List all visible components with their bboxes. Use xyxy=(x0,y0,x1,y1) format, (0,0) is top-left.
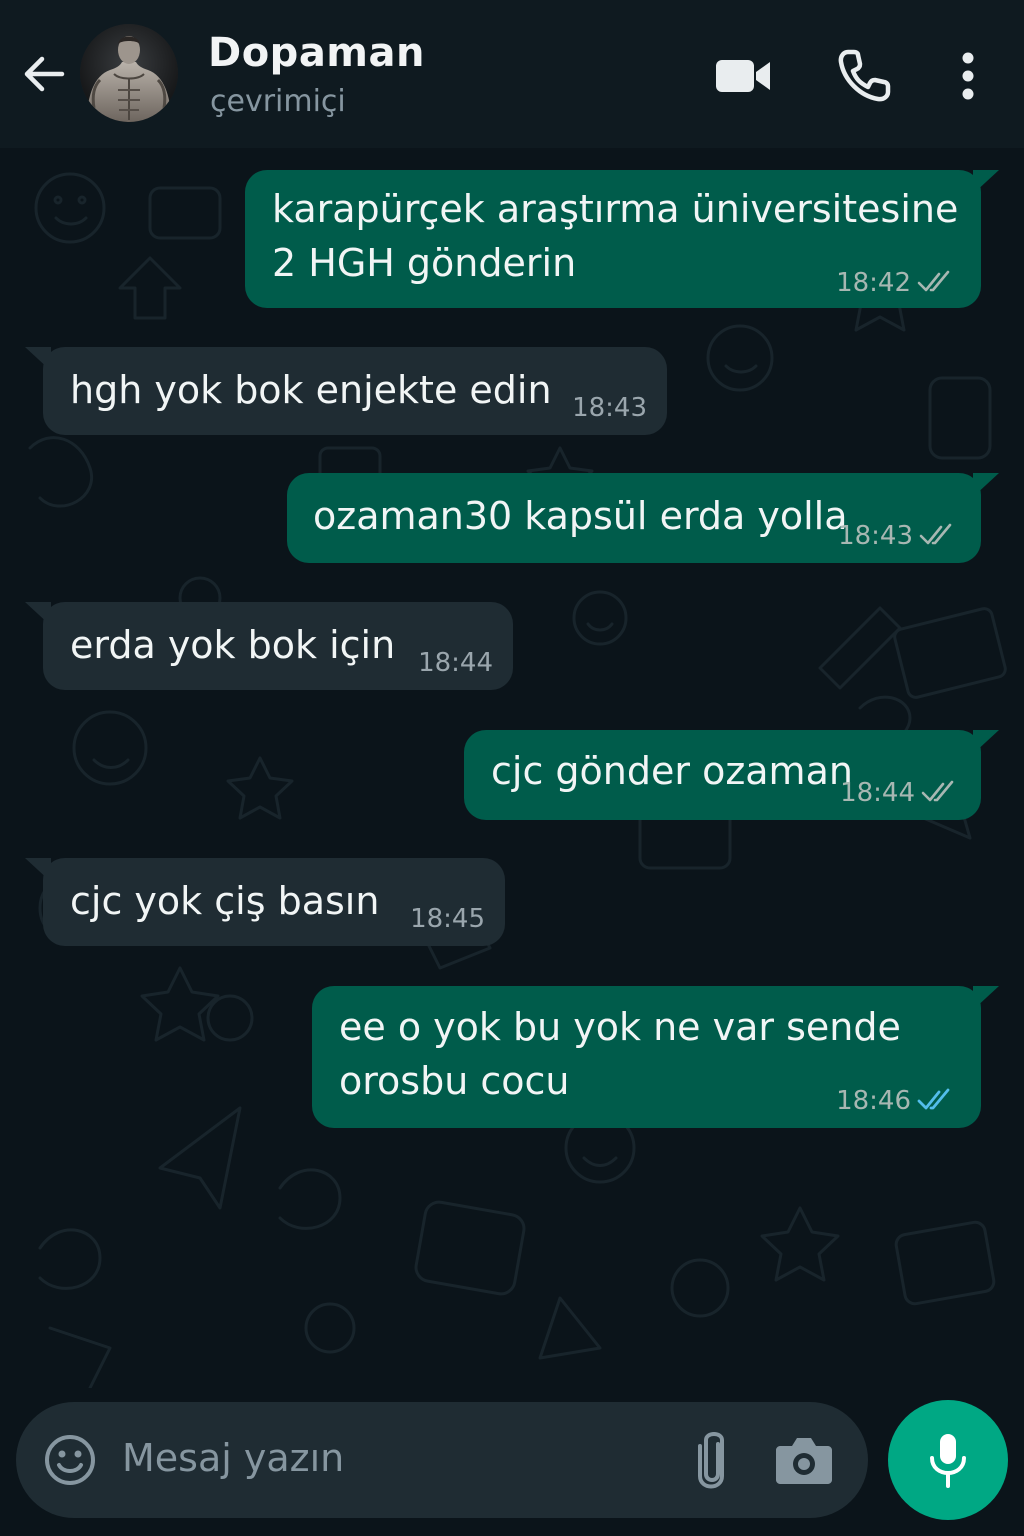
message-composer[interactable]: Mesaj yazın xyxy=(16,1402,868,1518)
message-time: 18:46 xyxy=(836,1086,911,1116)
message-meta: 18:46 xyxy=(836,1086,959,1116)
message-meta: 18:43 xyxy=(838,521,961,551)
read-ticks-icon xyxy=(917,270,950,292)
message-text-line: karapürçek araştırma üniversitesine xyxy=(272,187,959,231)
message-text-line: orosbu cocu xyxy=(339,1059,570,1103)
contact-name[interactable]: Dopaman xyxy=(208,30,425,76)
bubble-tail xyxy=(973,473,999,497)
message-time: 18:42 xyxy=(836,268,911,298)
bubble-tail xyxy=(973,986,999,1010)
bubble-tail xyxy=(973,170,999,194)
emoji-icon[interactable] xyxy=(42,1432,98,1488)
camera-icon[interactable] xyxy=(774,1432,834,1488)
video-call-icon[interactable] xyxy=(712,46,772,106)
message-bubble-incoming[interactable]: cjc yok çiş basın 18:45 xyxy=(25,858,505,946)
mic-icon xyxy=(930,1434,966,1488)
message-bubble-incoming[interactable]: hgh yok bok enjekte edin 18:43 xyxy=(25,347,667,435)
contact-avatar[interactable] xyxy=(80,24,178,122)
message-bubble-outgoing[interactable]: ee o yok bu yok ne var sende orosbu cocu… xyxy=(312,986,999,1128)
read-ticks-icon xyxy=(919,523,952,545)
message-meta: 18:44 xyxy=(840,778,963,808)
read-ticks-icon xyxy=(921,780,954,802)
arrow-left-icon[interactable] xyxy=(18,48,70,100)
message-text: erda yok bok için xyxy=(70,623,396,667)
read-ticks-blue-icon xyxy=(917,1088,950,1110)
message-text: cjc yok çiş basın xyxy=(70,879,380,923)
message-time: 18:43 xyxy=(572,393,647,423)
message-text-line: ee o yok bu yok ne var sende xyxy=(339,1005,901,1049)
message-text: hgh yok bok enjekte edin xyxy=(70,368,552,412)
bodybuilder-avatar-image xyxy=(80,24,178,122)
message-time: 18:43 xyxy=(838,521,913,551)
message-text: cjc gönder ozaman xyxy=(491,749,853,793)
contact-status: çevrimiçi xyxy=(210,84,346,119)
bubble-tail xyxy=(25,347,51,371)
phone-icon[interactable] xyxy=(834,46,894,106)
message-input[interactable]: Mesaj yazın xyxy=(122,1436,344,1480)
message-time: 18:44 xyxy=(840,778,915,808)
bubble-tail xyxy=(973,730,999,754)
message-text: ozaman30 kapsül erda yolla xyxy=(313,494,848,538)
bubble-tail xyxy=(25,602,51,626)
message-time: 18:45 xyxy=(410,904,485,934)
message-bubble-outgoing[interactable]: ozaman30 kapsül erda yolla 18:43 xyxy=(287,473,999,563)
message-time: 18:44 xyxy=(418,648,493,678)
message-bubble-incoming[interactable]: erda yok bok için 18:44 xyxy=(25,602,513,690)
message-meta: 18:42 xyxy=(836,268,959,298)
bubble-tail xyxy=(25,858,51,882)
chat-area[interactable]: karapürçek araştırma üniversitesine 2 HG… xyxy=(0,148,1024,1388)
message-text-line: 2 HGH gönderin xyxy=(272,241,577,285)
chat-header: Dopaman çevrimiçi xyxy=(0,0,1024,148)
message-bubble-outgoing[interactable]: karapürçek araştırma üniversitesine 2 HG… xyxy=(245,170,999,308)
mic-button[interactable] xyxy=(888,1400,1008,1520)
attach-icon[interactable] xyxy=(688,1428,736,1492)
more-vertical-icon[interactable] xyxy=(938,46,998,106)
message-bubble-outgoing[interactable]: cjc gönder ozaman 18:44 xyxy=(464,730,999,820)
